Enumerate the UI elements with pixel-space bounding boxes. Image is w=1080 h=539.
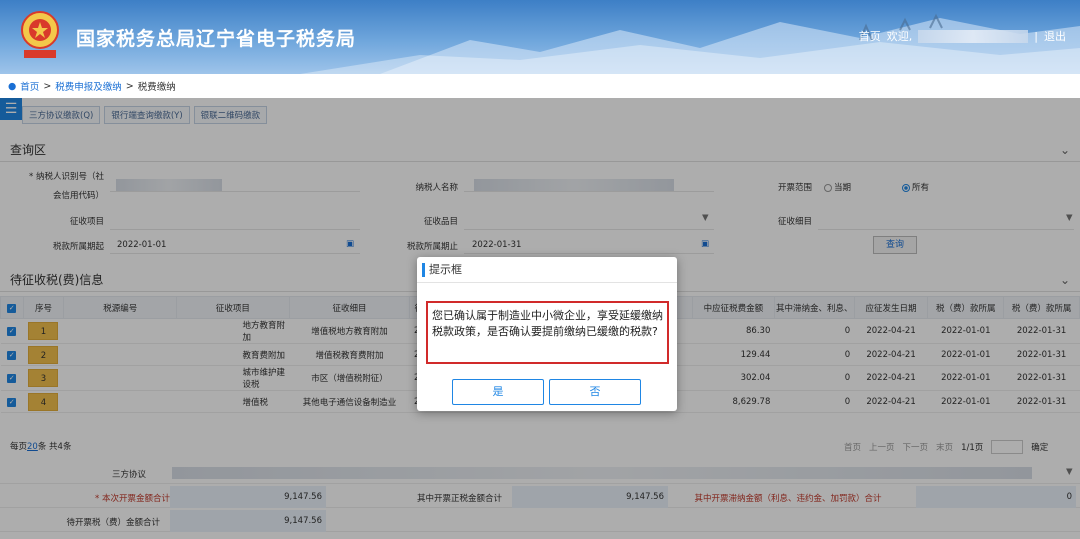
breadcrumb-home[interactable]: 首页 <box>20 79 39 93</box>
nav-home-link[interactable]: 首页 <box>859 28 881 44</box>
breadcrumb: ● 首页 > 税费申报及缴纳 > 税费缴纳 <box>0 74 1080 98</box>
header-nav: 首页 欢迎, | 退出 <box>859 28 1066 44</box>
site-title: 国家税务总局辽宁省电子税务局 <box>76 28 357 50</box>
nav-logout-link[interactable]: 退出 <box>1044 28 1066 44</box>
tax-emblem-logo <box>18 10 62 60</box>
site-header: 国家税务总局辽宁省电子税务局 首页 欢迎, | 退出 <box>0 0 1080 74</box>
dialog-title: 提示框 <box>417 257 677 283</box>
location-pin-icon: ● <box>8 80 17 92</box>
nav-separator: | <box>1034 29 1038 43</box>
no-button[interactable]: 否 <box>549 379 641 405</box>
username-redacted <box>918 29 1029 43</box>
breadcrumb-sep: > <box>43 80 52 92</box>
breadcrumb-current: 税费缴纳 <box>137 82 176 93</box>
nav-welcome-text: 欢迎, <box>886 30 913 43</box>
confirm-dialog: 提示框 您已确认属于制造业中小微企业，享受延缓缴纳税款政策，是否确认要提前缴纳已… <box>417 257 677 411</box>
breadcrumb-sep: > <box>125 80 134 92</box>
yes-button[interactable]: 是 <box>452 379 544 405</box>
dialog-message: 您已确认属于制造业中小微企业，享受延缓缴纳税款政策，是否确认要提前缴纳已缓缴的税… <box>426 301 669 364</box>
breadcrumb-tax-declare[interactable]: 税费申报及缴纳 <box>55 79 122 93</box>
